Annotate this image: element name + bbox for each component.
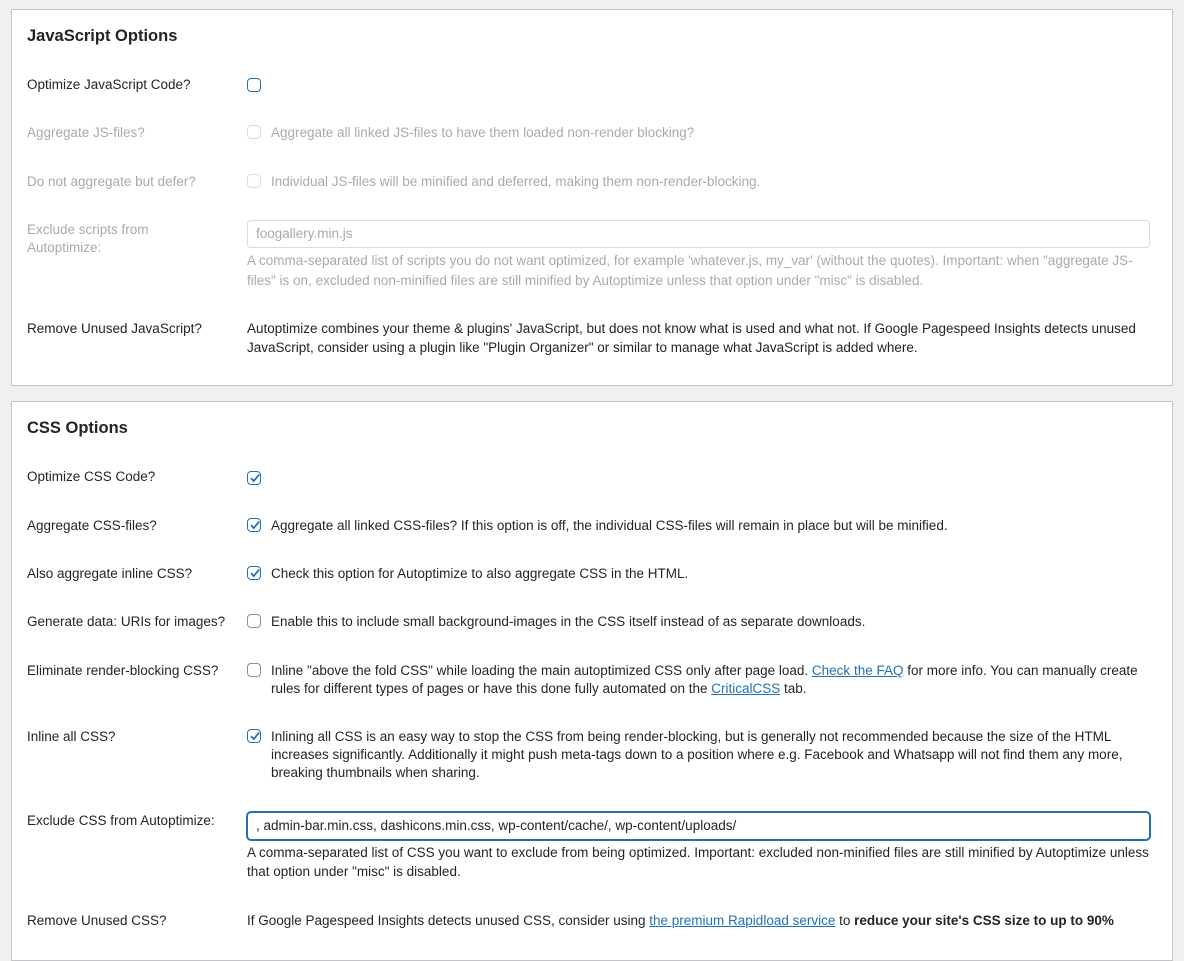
js-options-panel: JavaScript Options Optimize JavaScript C… — [11, 9, 1173, 386]
exclude-css-label: Exclude CSS from Autoptimize: — [27, 813, 215, 828]
exclude-css-description: A comma-separated list of CSS you want t… — [247, 845, 1149, 879]
inline-all-css-checkbox[interactable] — [247, 729, 261, 743]
aggregate-css-label: Aggregate CSS-files? — [27, 518, 157, 533]
data-uri-checkbox[interactable] — [247, 614, 261, 628]
rapidload-link[interactable]: the premium Rapidload service — [649, 913, 835, 928]
defer-js-checkbox[interactable] — [247, 174, 261, 188]
aggregate-js-text: Aggregate all linked JS-files to have th… — [271, 125, 695, 140]
render-blocking-text-c: tab. — [780, 681, 807, 696]
faq-link[interactable]: Check the FAQ — [812, 663, 904, 678]
criticalcss-link[interactable]: CriticalCSS — [711, 681, 780, 696]
render-blocking-checkbox[interactable] — [247, 663, 261, 677]
exclude-js-label: Exclude scripts from Autoptimize: — [27, 222, 149, 255]
checkmark-icon — [250, 732, 260, 741]
render-blocking-label: Eliminate render-blocking CSS? — [27, 663, 219, 678]
unused-css-label: Remove Unused CSS? — [27, 913, 167, 928]
inline-all-css-label: Inline all CSS? — [27, 729, 116, 744]
unused-js-label: Remove Unused JavaScript? — [27, 321, 202, 336]
defer-js-label: Do not aggregate but defer? — [27, 174, 196, 189]
inline-aggregate-css-checkbox[interactable] — [247, 566, 261, 580]
inline-aggregate-css-label: Also aggregate inline CSS? — [27, 566, 193, 581]
unused-css-text-b: to — [835, 913, 855, 928]
css-options-panel: CSS Options Optimize CSS Code? Aggregate… — [11, 401, 1173, 961]
render-blocking-text: Inline "above the fold CSS" while loadin… — [271, 662, 1152, 698]
data-uri-label: Generate data: URIs for images? — [27, 614, 226, 629]
data-uri-text: Enable this to include small background-… — [271, 614, 866, 629]
unused-js-text: Autoptimize combines your theme & plugin… — [247, 321, 1136, 355]
inline-aggregate-css-text: Check this option for Autoptimize to als… — [271, 566, 689, 581]
aggregate-js-label: Aggregate JS-files? — [27, 125, 145, 140]
unused-css-text: If Google Pagespeed Insights detects unu… — [247, 911, 1152, 930]
checkmark-icon — [250, 474, 260, 483]
aggregate-js-checkbox[interactable] — [247, 125, 261, 139]
unused-css-bold: reduce your site's CSS size to up to 90% — [854, 913, 1114, 928]
exclude-js-description: A comma-separated list of scripts you do… — [247, 253, 1133, 288]
optimize-css-label: Optimize CSS Code? — [27, 469, 156, 484]
aggregate-css-text: Aggregate all linked CSS-files? If this … — [271, 518, 948, 533]
optimize-js-checkbox[interactable] — [247, 78, 261, 92]
exclude-css-input[interactable]: , admin-bar.min.css, dashicons.min.css, … — [247, 812, 1150, 840]
js-options-title: JavaScript Options — [27, 27, 178, 45]
defer-js-text: Individual JS-files will be minified and… — [271, 174, 761, 189]
inline-all-css-text: Inlining all CSS is an easy way to stop … — [271, 729, 1123, 780]
checkmark-icon — [250, 569, 260, 578]
checkmark-icon — [250, 521, 260, 530]
render-blocking-text-a: Inline "above the fold CSS" while loadin… — [271, 663, 812, 678]
optimize-js-label: Optimize JavaScript Code? — [27, 77, 191, 92]
optimize-css-checkbox[interactable] — [247, 471, 261, 485]
exclude-js-input[interactable]: foogallery.min.js — [247, 220, 1150, 248]
css-options-title: CSS Options — [27, 419, 128, 437]
aggregate-css-checkbox[interactable] — [247, 518, 261, 532]
unused-css-text-a: If Google Pagespeed Insights detects unu… — [247, 913, 650, 928]
